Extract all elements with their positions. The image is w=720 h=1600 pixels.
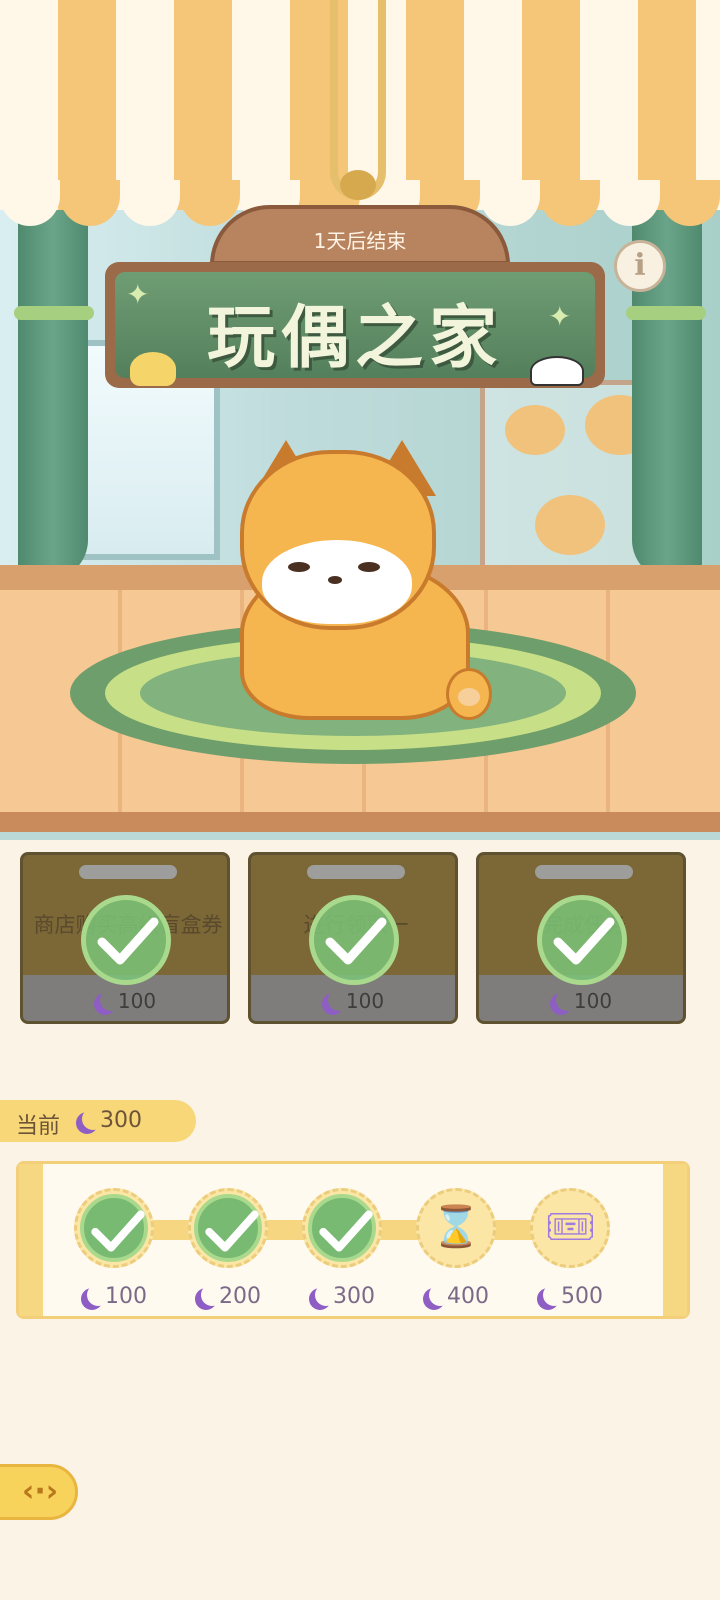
- task-reward: 100: [479, 989, 683, 1013]
- moon-currency-icon: [315, 1284, 337, 1306]
- check-icon: [194, 1194, 262, 1262]
- check-icon: [537, 895, 627, 985]
- milestone-400[interactable]: ⌛: [416, 1188, 496, 1268]
- current-label: 当前: [16, 1114, 61, 1139]
- milestone-label: 500: [520, 1284, 620, 1309]
- panda-plush-icon: [530, 356, 584, 386]
- task-card[interactable]: 商店购买高级盲盒券 100: [20, 852, 230, 1024]
- current-points: 300: [76, 1108, 142, 1133]
- moon-currency-icon: [543, 1284, 565, 1306]
- countdown-text: 1天后结束: [313, 229, 407, 253]
- hourglass-icon: ⌛: [431, 1204, 481, 1250]
- milestone-500[interactable]: 🎟: [530, 1188, 610, 1268]
- milestone-label: 100: [64, 1284, 164, 1309]
- moon-currency-icon: [100, 989, 122, 1011]
- milestone-label: 400: [406, 1284, 506, 1309]
- ticket-icon: 🎟: [545, 1204, 596, 1250]
- milestone-label: 200: [178, 1284, 278, 1309]
- task-reward: 100: [251, 989, 455, 1013]
- task-card[interactable]: 进行领取一 100: [248, 852, 458, 1024]
- cat-eye-icon: [358, 562, 380, 572]
- task-card[interactable]: 完成任务 100: [476, 852, 686, 1024]
- event-banner-scene: 1天后结束 玩偶之家 ✦ ✦ i: [0, 0, 720, 840]
- check-icon: [309, 895, 399, 985]
- sparkle-icon: ✦: [126, 278, 150, 311]
- check-icon: [80, 1194, 148, 1262]
- event-title: 玩偶之家: [206, 299, 503, 378]
- moon-currency-icon: [556, 989, 578, 1011]
- task-list: 商店购买高级盲盒券 100 进行领取一 100 完成任务 100: [20, 852, 686, 1024]
- back-arrow-icon[interactable]: ‹·›: [22, 1474, 58, 1509]
- task-reward: 100: [23, 989, 227, 1013]
- cat-eye-icon: [288, 562, 310, 572]
- milestone-300[interactable]: [302, 1188, 382, 1268]
- milestone-200[interactable]: [188, 1188, 268, 1268]
- moon-currency-icon: [87, 1284, 109, 1306]
- sparkle-icon: ✦: [548, 300, 572, 333]
- curtain-left: [18, 200, 88, 580]
- moon-currency-icon: [429, 1284, 451, 1306]
- moon-currency-icon: [82, 1108, 104, 1130]
- moon-currency-icon: [201, 1284, 223, 1306]
- moon-currency-icon: [328, 989, 350, 1011]
- chick-plush-icon: [130, 352, 176, 386]
- info-button[interactable]: i: [614, 240, 666, 292]
- milestone-label: 300: [292, 1284, 392, 1309]
- check-icon: [81, 895, 171, 985]
- cat-nose: [328, 576, 342, 584]
- milestone-100[interactable]: [74, 1188, 154, 1268]
- check-icon: [308, 1194, 376, 1262]
